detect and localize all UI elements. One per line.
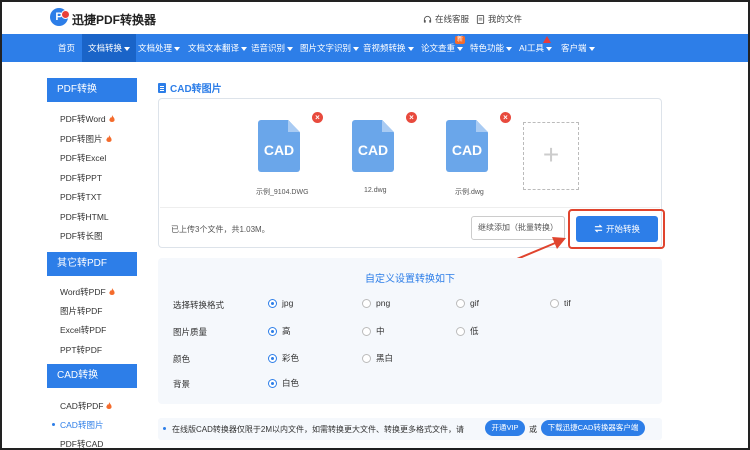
notice-text: 在线版CAD转换器仅限于2M以内文件，如需转换更大文件、转换更多格式文件，请 [172, 425, 465, 434]
color-option-bw[interactable]: 黑白 [362, 352, 393, 364]
radio-selected-icon [268, 326, 277, 336]
radio-selected-icon [268, 353, 277, 363]
format-option-jpg[interactable]: jpg [268, 298, 293, 308]
radio-icon [362, 326, 371, 336]
download-client-button[interactable]: 下载迅捷CAD转换器客户端 [541, 420, 645, 436]
radio-selected-icon [268, 378, 277, 388]
radio-icon [456, 298, 465, 308]
quality-option-medium[interactable]: 中 [362, 325, 385, 337]
background-label: 背景 [173, 379, 191, 389]
radio-selected-icon [268, 298, 277, 308]
option-label: 白色 [282, 378, 300, 388]
radio-icon [362, 298, 371, 308]
quality-option-high[interactable]: 高 [268, 325, 291, 337]
option-label: 黑白 [376, 353, 394, 363]
color-option-color[interactable]: 彩色 [268, 352, 299, 364]
color-label: 颜色 [173, 354, 191, 364]
option-label: tif [564, 298, 571, 308]
option-label: png [376, 298, 391, 308]
settings-title: 自定义设置转换如下 [365, 274, 455, 285]
notice-or: 或 [529, 425, 537, 434]
option-label: jpg [282, 298, 294, 308]
option-label: 低 [470, 326, 479, 336]
radio-icon [362, 353, 371, 363]
radio-icon [456, 326, 465, 336]
format-option-tif[interactable]: tif [550, 298, 571, 308]
format-option-gif[interactable]: gif [456, 298, 479, 308]
background-option-white[interactable]: 白色 [268, 377, 299, 389]
option-label: gif [470, 298, 479, 308]
quality-label: 图片质量 [173, 327, 208, 337]
option-label: 高 [282, 326, 291, 336]
radio-icon [550, 298, 559, 308]
notice-bullet [163, 427, 166, 430]
format-label: 选择转换格式 [173, 300, 225, 310]
open-vip-button[interactable]: 开通VIP [485, 420, 525, 436]
option-label: 彩色 [282, 353, 300, 363]
quality-option-low[interactable]: 低 [456, 325, 479, 337]
format-option-png[interactable]: png [362, 298, 390, 308]
option-label: 中 [376, 326, 385, 336]
